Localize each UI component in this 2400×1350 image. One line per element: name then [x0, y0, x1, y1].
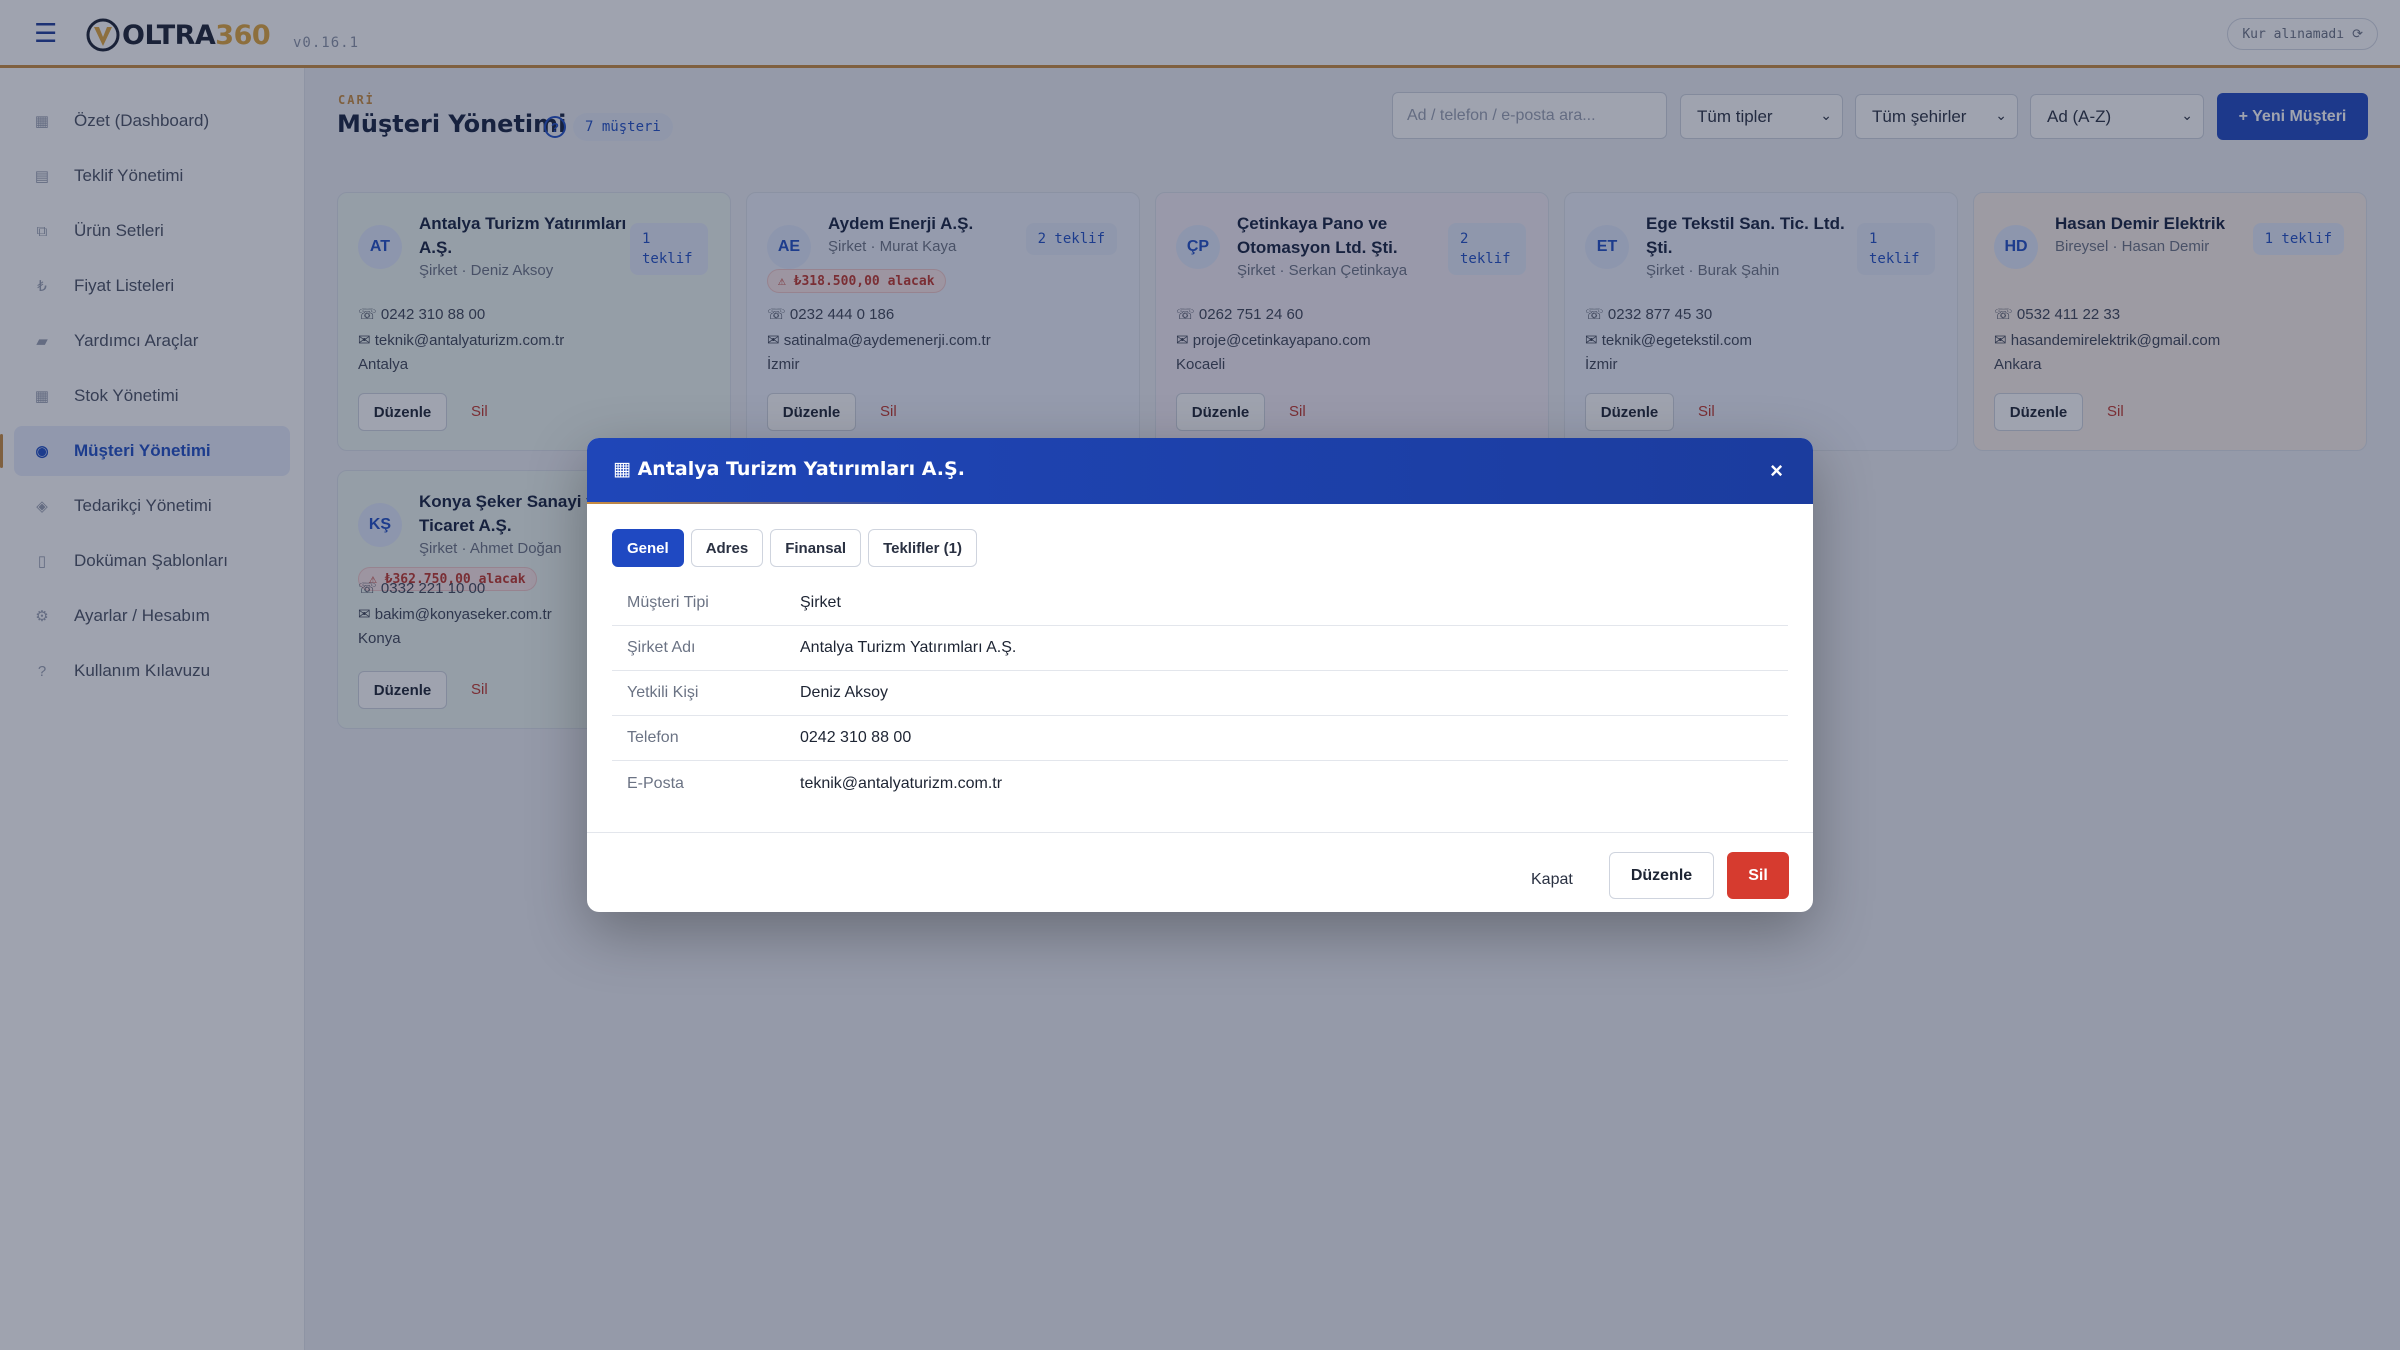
edit-button[interactable]: Düzenle — [1609, 852, 1714, 899]
detail-label: E-Posta — [627, 774, 684, 792]
detail-value: Deniz Aksoy — [800, 684, 889, 701]
modal-footer: Kapat Düzenle Sil — [587, 832, 1813, 912]
detail-value: teknik@antalyaturizm.com.tr — [800, 774, 1003, 792]
detail-table: Müşteri Tipi Şirket Şirket Adı Antalya T… — [612, 581, 1788, 806]
detail-value: Şirket — [800, 594, 841, 611]
detail-value: Antalya Turizm Yatırımları A.Ş. — [800, 639, 1017, 656]
tab-general[interactable]: Genel — [612, 529, 684, 567]
tab-financial[interactable]: Finansal — [770, 529, 862, 567]
detail-row: Şirket Adı Antalya Turizm Yatırımları A.… — [612, 626, 1788, 671]
detail-row: Yetkili Kişi Deniz Aksoy — [612, 671, 1788, 716]
close-icon[interactable]: × — [1770, 458, 1783, 484]
detail-label: Şirket Adı — [627, 639, 696, 656]
detail-label: Yetkili Kişi — [627, 684, 699, 701]
detail-row: Müşteri Tipi Şirket — [612, 581, 1788, 626]
tab-offers[interactable]: Teklifler (1) — [868, 529, 977, 567]
modal-header: ▦ Antalya Turizm Yatırımları A.Ş. × — [587, 438, 1813, 504]
detail-value: 0242 310 88 00 — [800, 729, 912, 746]
building-icon: ▦ — [613, 458, 631, 480]
delete-button[interactable]: Sil — [1727, 852, 1789, 899]
close-button[interactable]: Kapat — [1531, 871, 1573, 889]
detail-row: E-Posta teknik@antalyaturizm.com.tr — [612, 761, 1788, 806]
detail-row: Telefon 0242 310 88 00 — [612, 716, 1788, 761]
modal-title: ▦ Antalya Turizm Yatırımları A.Ş. — [613, 458, 965, 480]
modal-tabs: Genel Adres Finansal Teklifler (1) — [612, 529, 977, 567]
modal-title-text: Antalya Turizm Yatırımları A.Ş. — [637, 458, 965, 480]
tab-address[interactable]: Adres — [690, 529, 764, 567]
detail-label: Telefon — [627, 729, 679, 746]
detail-label: Müşteri Tipi — [627, 594, 709, 611]
customer-detail-modal: ▦ Antalya Turizm Yatırımları A.Ş. × Gene… — [587, 438, 1813, 912]
